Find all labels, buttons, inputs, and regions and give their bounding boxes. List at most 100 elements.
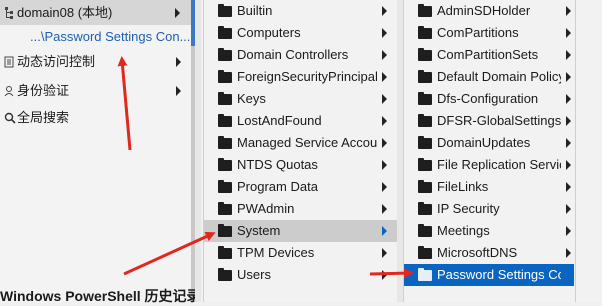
chevron-right-icon[interactable] bbox=[176, 57, 181, 67]
submenu-arrow-icon bbox=[566, 226, 571, 236]
menu-item[interactable]: Keys bbox=[204, 88, 397, 110]
menu-item[interactable]: Builtin bbox=[204, 0, 397, 22]
submenu-arrow-icon bbox=[382, 138, 387, 148]
menu-item[interactable]: Default Domain Policy bbox=[404, 66, 574, 88]
menu-item[interactable]: ForeignSecurityPrincipals bbox=[204, 66, 397, 88]
folder-icon bbox=[218, 268, 232, 281]
menu-item[interactable]: PWAdmin bbox=[204, 198, 397, 220]
folder-icon bbox=[418, 4, 432, 17]
powershell-history-heading: Windows PowerShell 历史记录 bbox=[0, 288, 201, 304]
submenu-arrow-icon bbox=[382, 270, 387, 280]
domain-node-expand-icon[interactable] bbox=[175, 8, 180, 18]
folder-icon bbox=[418, 114, 432, 127]
menu-item-label: DFSR-GlobalSettings bbox=[437, 113, 561, 128]
menu-item-label: AdminSDHolder bbox=[437, 3, 531, 18]
nav-item-label: 动态访问控制 bbox=[17, 54, 96, 69]
folder-icon bbox=[418, 158, 432, 171]
menu-item-label: Domain Controllers bbox=[237, 47, 349, 62]
submenu-arrow-icon bbox=[566, 28, 571, 38]
menu-item[interactable]: TPM Devices bbox=[204, 242, 397, 264]
password-settings-breadcrumb[interactable]: ...\Password Settings Con... bbox=[30, 26, 190, 48]
folder-icon bbox=[218, 26, 232, 39]
menu-item[interactable]: Users bbox=[204, 264, 397, 286]
folder-icon bbox=[418, 70, 432, 83]
menu-item[interactable]: Domain Controllers bbox=[204, 44, 397, 66]
nav-item-authentication[interactable]: 身份验证 bbox=[0, 80, 191, 102]
nav-item-global-search[interactable]: 全局搜索 bbox=[0, 107, 191, 129]
folder-icon bbox=[218, 224, 232, 237]
submenu-arrow-icon bbox=[566, 50, 571, 60]
folder-icon bbox=[218, 92, 232, 105]
submenu-arrow-icon bbox=[382, 204, 387, 214]
submenu-arrow-icon bbox=[382, 72, 387, 82]
menu-item-label: Keys bbox=[237, 91, 266, 106]
chevron-right-icon[interactable] bbox=[176, 86, 181, 96]
menu-item[interactable]: NTDS Quotas bbox=[204, 154, 397, 176]
menu-item[interactable]: AdminSDHolder bbox=[404, 0, 574, 22]
folder-icon bbox=[218, 180, 232, 193]
nav-item-label: 身份验证 bbox=[17, 83, 70, 98]
submenu-arrow-icon bbox=[382, 248, 387, 258]
menu-item[interactable]: Program Data bbox=[204, 176, 397, 198]
folder-icon bbox=[418, 136, 432, 149]
domain-tree-icon bbox=[5, 7, 13, 19]
submenu-arrow-icon bbox=[382, 28, 387, 38]
container-menu-level-2: AdminSDHolder ComPartitions ComPartitionSe… bbox=[403, 0, 574, 302]
submenu-arrow-icon bbox=[382, 160, 387, 170]
folder-icon bbox=[218, 202, 232, 215]
folder-icon bbox=[218, 158, 232, 171]
menu-item-label: LostAndFound bbox=[237, 113, 322, 128]
pane-divider bbox=[195, 0, 201, 302]
menu-item[interactable]: LostAndFound bbox=[204, 110, 397, 132]
folder-icon bbox=[418, 224, 432, 237]
menu-item-label: ForeignSecurityPrincipals bbox=[237, 69, 377, 84]
menu-item[interactable]: ComPartitionSets bbox=[404, 44, 574, 66]
password-settings-breadcrumb-label: ...\Password Settings Con... bbox=[30, 29, 191, 44]
container-menu-level-1: Builtin Computers Domain Controllers Foreig… bbox=[203, 0, 397, 302]
nav-item-dynamic-access-control[interactable]: 动态访问控制 bbox=[0, 51, 191, 73]
search-icon bbox=[4, 112, 16, 124]
folder-icon bbox=[418, 48, 432, 61]
menu-item[interactable]: File Replication Service bbox=[404, 154, 574, 176]
menu-item[interactable]: System bbox=[204, 220, 397, 242]
folder-icon bbox=[418, 92, 432, 105]
menu-item-label: File Replication Service bbox=[437, 157, 561, 172]
menu-item[interactable]: MicrosoftDNS bbox=[404, 242, 574, 264]
submenu-arrow-icon bbox=[566, 160, 571, 170]
folder-icon bbox=[218, 70, 232, 83]
menu-item[interactable]: ComPartitions bbox=[404, 22, 574, 44]
menu-item-label: ComPartitions bbox=[437, 25, 519, 40]
menu-item-label: Default Domain Policy bbox=[437, 69, 561, 84]
menu-item[interactable]: DomainUpdates bbox=[404, 132, 574, 154]
menu-item[interactable]: Managed Service Accounts bbox=[204, 132, 397, 154]
folder-icon bbox=[418, 180, 432, 193]
authentication-icon bbox=[4, 86, 14, 97]
submenu-arrow-icon bbox=[566, 94, 571, 104]
menu-item[interactable]: FileLinks bbox=[404, 176, 574, 198]
menu-level-3-edge bbox=[575, 0, 602, 302]
menu-item-label: Dfs-Configuration bbox=[437, 91, 539, 106]
domain-node[interactable]: domain08 (本地) bbox=[0, 2, 191, 24]
menu-item[interactable]: Computers bbox=[204, 22, 397, 44]
domain-node-label: domain08 (本地) bbox=[17, 5, 113, 20]
menu-item-label: System bbox=[237, 223, 281, 238]
submenu-arrow-icon bbox=[382, 116, 387, 126]
menu-item-label: Builtin bbox=[237, 3, 273, 18]
menu-item[interactable]: IP Security bbox=[404, 198, 574, 220]
menu-item-label: Users bbox=[237, 267, 271, 282]
navigation-pane: domain08 (本地) ...\Password Settings Con.… bbox=[0, 0, 201, 304]
submenu-arrow-icon bbox=[566, 6, 571, 16]
menu-item[interactable]: Dfs-Configuration bbox=[404, 88, 574, 110]
folder-icon bbox=[418, 26, 432, 39]
menu-item[interactable]: DFSR-GlobalSettings bbox=[404, 110, 574, 132]
submenu-arrow-icon bbox=[566, 138, 571, 148]
folder-icon bbox=[218, 114, 232, 127]
menu-item[interactable]: Password Settings Container bbox=[404, 264, 574, 286]
folder-icon bbox=[218, 246, 232, 259]
nav-item-label: 全局搜索 bbox=[17, 110, 70, 125]
submenu-arrow-icon bbox=[382, 50, 387, 60]
menu-item-label: IP Security bbox=[437, 201, 500, 216]
menu-item[interactable]: Meetings bbox=[404, 220, 574, 242]
folder-icon bbox=[418, 268, 432, 281]
folder-icon bbox=[218, 48, 232, 61]
